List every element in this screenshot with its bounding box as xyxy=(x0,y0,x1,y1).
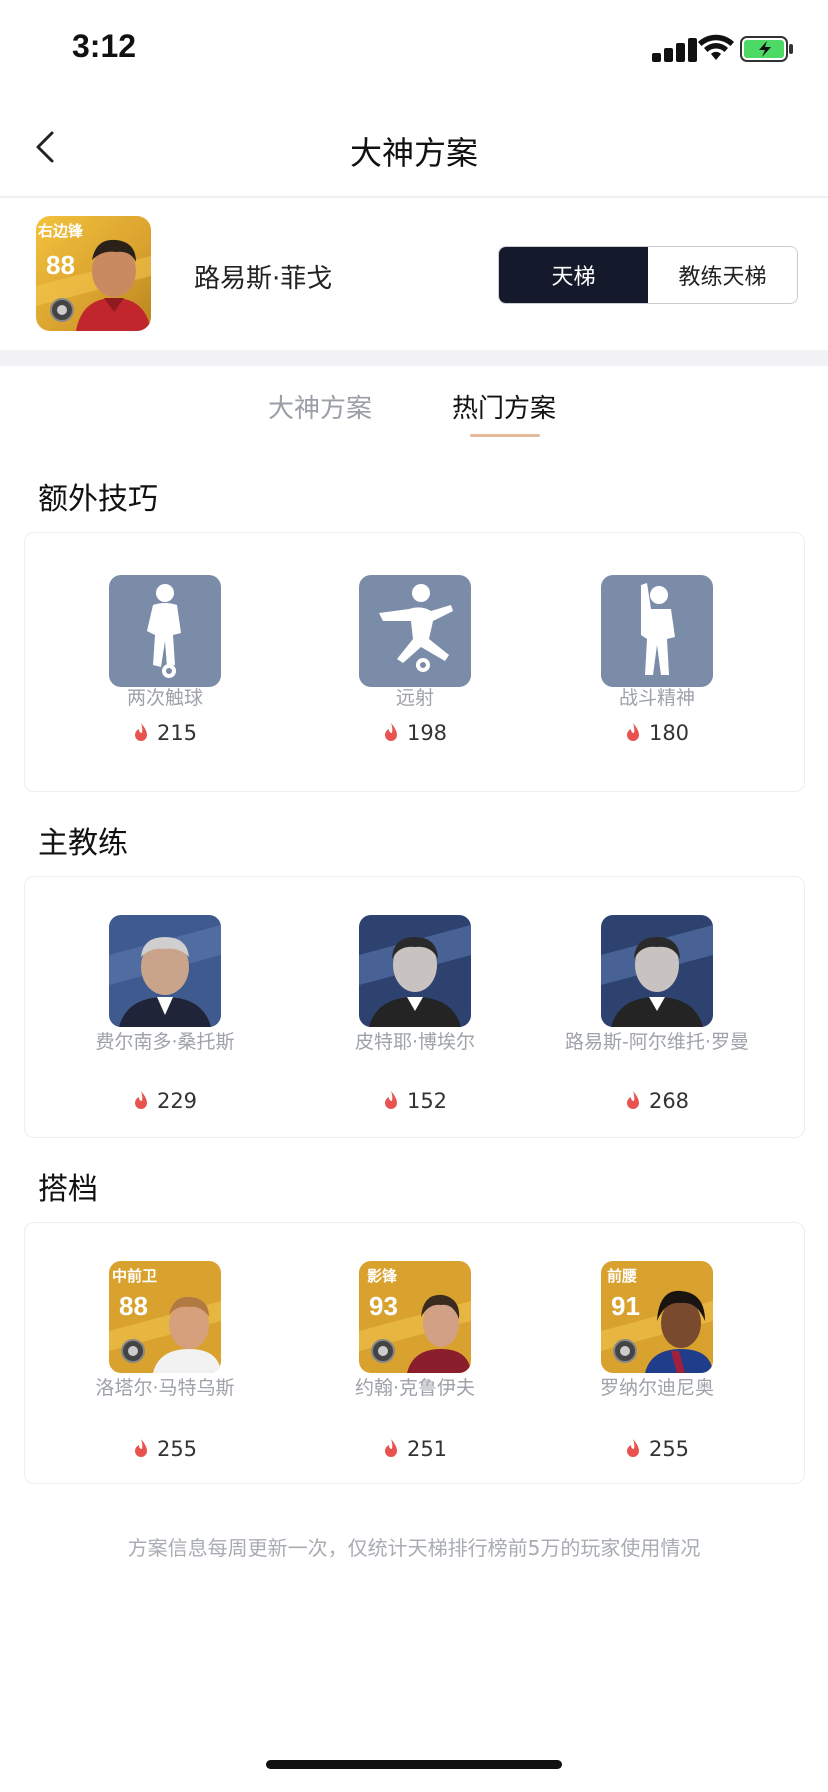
flame-icon xyxy=(384,1091,397,1109)
flame-icon xyxy=(384,723,397,741)
usage-count: 255 xyxy=(532,1437,782,1461)
dribble-player-icon xyxy=(109,575,221,687)
partner-card-icon: 前腰 91 xyxy=(601,1261,713,1373)
partner-label: 洛塔尔·马特乌斯 xyxy=(95,1377,235,1399)
coach-photo-icon xyxy=(109,915,221,1027)
status-bar: 3:12 xyxy=(0,0,828,100)
partner-card-icon: 影锋 93 xyxy=(359,1261,471,1373)
segment-ladder[interactable]: 天梯 xyxy=(499,247,648,303)
coach-item[interactable]: 路易斯-阿尔维托·罗曼 268 xyxy=(532,877,782,1139)
usage-count-value: 198 xyxy=(406,721,448,745)
usage-count-value: 229 xyxy=(156,1089,198,1113)
flame-icon xyxy=(626,1439,639,1457)
player-header: 右边锋 88 路易斯·菲戈 天梯 教练天梯 xyxy=(0,200,828,350)
coach-label: 费尔南多·桑托斯 xyxy=(95,1031,235,1053)
segment-coach-ladder[interactable]: 教练天梯 xyxy=(648,247,797,303)
flame-icon xyxy=(134,723,147,741)
usage-count: 255 xyxy=(40,1437,290,1461)
coaches-card: 费尔南多·桑托斯 229 皮特耶·博埃尔 152 路易斯-阿尔维托·罗曼 268 xyxy=(24,876,805,1138)
partner-label: 罗纳尔迪尼奥 xyxy=(599,1377,714,1399)
footer-note: 方案信息每周更新一次，仅统计天梯排行榜前5万的玩家使用情况 xyxy=(127,1536,701,1560)
section-title-skills: 额外技巧 xyxy=(38,482,158,517)
usage-count-value: 255 xyxy=(156,1437,198,1461)
fighting-spirit-player-icon xyxy=(601,575,713,687)
player-position-label: 右边锋 xyxy=(38,222,84,240)
coach-item[interactable]: 费尔南多·桑托斯 229 xyxy=(40,877,290,1139)
skill-label: 两次触球 xyxy=(126,687,203,709)
navigation-bar: 大神方案 xyxy=(0,100,828,198)
skill-label: 战斗精神 xyxy=(618,687,695,709)
partner-rating-label: 88 xyxy=(119,1291,148,1321)
partner-position-label: 前腰 xyxy=(607,1267,638,1285)
player-name: 路易斯·菲戈 xyxy=(194,264,333,294)
cellular-signal-icon xyxy=(652,36,704,62)
home-indicator xyxy=(266,1760,562,1769)
partner-label: 约翰·克鲁伊夫 xyxy=(354,1377,476,1399)
coach-label: 皮特耶·博埃尔 xyxy=(354,1031,476,1053)
page-title: 大神方案 xyxy=(349,134,478,172)
partner-rating-label: 91 xyxy=(611,1291,640,1321)
player-card-figo[interactable]: 右边锋 88 xyxy=(36,216,151,331)
coach-item[interactable]: 皮特耶·博埃尔 152 xyxy=(290,877,540,1139)
usage-count-value: 215 xyxy=(156,721,198,745)
usage-count: 268 xyxy=(532,1089,782,1113)
usage-count-value: 152 xyxy=(406,1089,448,1113)
partner-item[interactable]: 中前卫 88 洛塔尔·马特乌斯 255 xyxy=(40,1223,290,1485)
tab-hot-plans[interactable]: 热门方案 xyxy=(452,388,556,425)
partner-position-label: 中前卫 xyxy=(112,1267,158,1285)
skills-card: 两次触球 215 远射 198 战斗精神 180 xyxy=(24,532,805,792)
coach-placeholder-icon xyxy=(359,915,471,1027)
section-title-partners: 搭档 xyxy=(38,1172,98,1207)
flame-icon xyxy=(134,1091,147,1109)
usage-count-value: 180 xyxy=(648,721,690,745)
usage-count: 215 xyxy=(40,721,290,745)
partner-rating-label: 93 xyxy=(369,1291,398,1321)
skill-item[interactable]: 两次触球 215 xyxy=(40,533,290,793)
usage-count: 198 xyxy=(290,721,540,745)
flame-icon xyxy=(626,723,639,741)
partners-card: 中前卫 88 洛塔尔·马特乌斯 255 影锋 93 约翰·克鲁伊夫 251 前腰… xyxy=(24,1222,805,1484)
ladder-segmented-control: 天梯 教练天梯 xyxy=(498,246,798,304)
divider xyxy=(0,350,828,366)
usage-count: 180 xyxy=(532,721,782,745)
partner-card-icon: 中前卫 88 xyxy=(109,1261,221,1373)
partner-item[interactable]: 影锋 93 约翰·克鲁伊夫 251 xyxy=(290,1223,540,1485)
kicking-player-icon xyxy=(359,575,471,687)
coach-placeholder-icon xyxy=(601,915,713,1027)
usage-count: 152 xyxy=(290,1089,540,1113)
flame-icon xyxy=(384,1439,397,1457)
usage-count-value: 255 xyxy=(648,1437,690,1461)
partner-position-label: 影锋 xyxy=(367,1267,398,1285)
skill-item[interactable]: 远射 198 xyxy=(290,533,540,793)
flame-icon xyxy=(626,1091,639,1109)
active-tab-indicator xyxy=(470,434,540,437)
skill-item[interactable]: 战斗精神 180 xyxy=(532,533,782,793)
wifi-icon xyxy=(698,34,734,60)
partner-item[interactable]: 前腰 91 罗纳尔迪尼奥 255 xyxy=(532,1223,782,1485)
coach-label: 路易斯-阿尔维托·罗曼 xyxy=(565,1031,749,1053)
status-time: 3:12 xyxy=(72,28,137,64)
skill-label: 远射 xyxy=(395,687,434,709)
player-rating-label: 88 xyxy=(46,250,75,280)
section-title-coaches: 主教练 xyxy=(38,826,128,861)
tab-bar: 大神方案 热门方案 xyxy=(0,366,828,442)
usage-count-value: 268 xyxy=(648,1089,690,1113)
battery-charging-icon xyxy=(740,36,793,62)
usage-count: 229 xyxy=(40,1089,290,1113)
usage-count-value: 251 xyxy=(406,1437,448,1461)
usage-count: 251 xyxy=(290,1437,540,1461)
flame-icon xyxy=(134,1439,147,1457)
tab-expert-plans[interactable]: 大神方案 xyxy=(268,388,372,425)
